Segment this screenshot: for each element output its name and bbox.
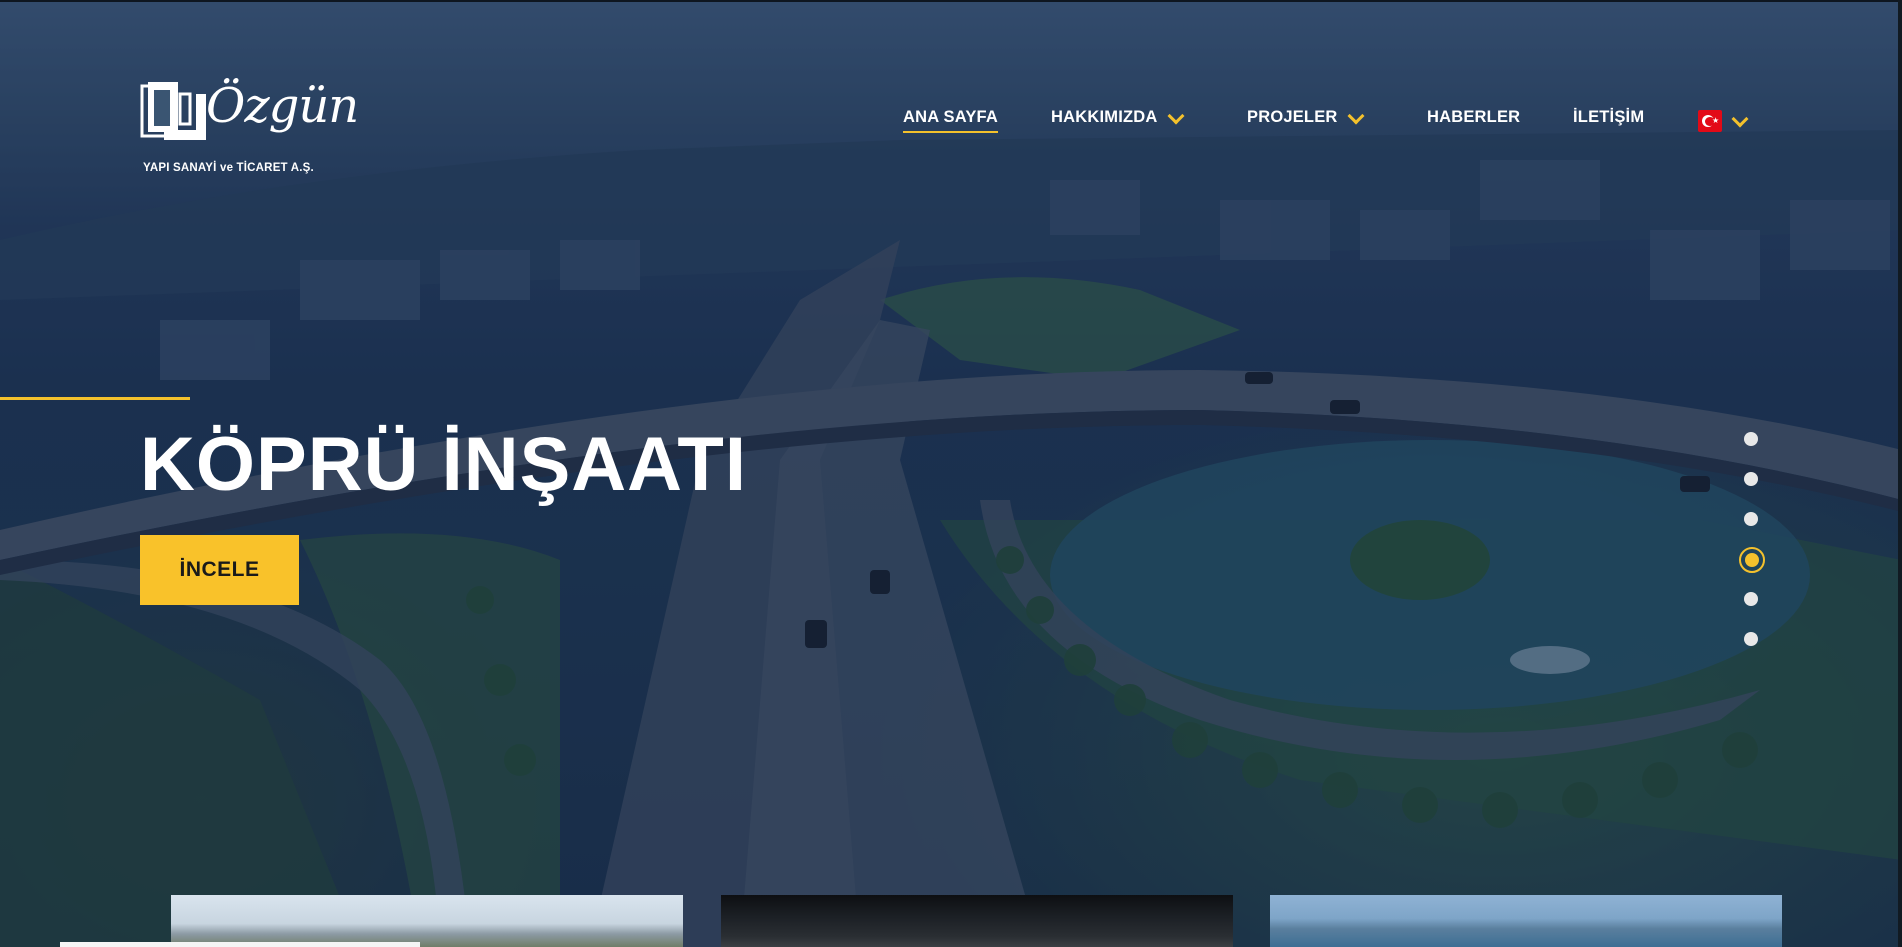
- nav-item-label: HAKKIMIZDA: [1051, 108, 1158, 126]
- nav-item-iletisim[interactable]: İLETİŞİM: [1573, 108, 1644, 127]
- hero-title: KÖPRÜ İNŞAATI: [140, 422, 747, 507]
- chevron-down-icon: [1731, 110, 1749, 128]
- nav-item-label: PROJELER: [1247, 108, 1338, 126]
- language-selector[interactable]: ★: [1698, 110, 1749, 132]
- slider-dot[interactable]: [1744, 512, 1758, 526]
- incele-button[interactable]: İNCELE: [140, 535, 299, 605]
- project-thumbnail[interactable]: [1270, 895, 1782, 947]
- slider-dot[interactable]: [1744, 432, 1758, 446]
- brand-subtitle: YAPI SANAYİ ve TİCARET A.Ş.: [143, 162, 314, 174]
- window-top-border: [0, 0, 1902, 2]
- nav-item-ana-sayfa[interactable]: ANA SAYFA: [903, 108, 999, 133]
- chevron-down-icon: [1167, 107, 1184, 124]
- bottom-strip: [60, 942, 420, 947]
- turkey-flag-icon: ★: [1698, 110, 1722, 132]
- nav-item-label: ANA SAYFA: [903, 108, 999, 133]
- nav-item-label: HABERLER: [1427, 108, 1521, 126]
- nav-item-hakkimizda[interactable]: HAKKIMIZDA: [1051, 107, 1184, 127]
- main-navigation: ANA SAYFA HAKKIMIZDA PROJELER HABERLER İ…: [0, 107, 1902, 138]
- project-thumbnail[interactable]: [721, 895, 1233, 947]
- slider-dot[interactable]: [1744, 632, 1758, 646]
- chevron-down-icon: [1347, 107, 1365, 124]
- nav-item-label: İLETİŞİM: [1573, 108, 1645, 126]
- title-accent-line: [0, 397, 190, 400]
- project-thumbnail[interactable]: [171, 895, 683, 947]
- window-right-border: [1898, 0, 1902, 947]
- slider-dot-active[interactable]: [1739, 547, 1765, 573]
- nav-item-haberler[interactable]: HABERLER: [1427, 108, 1520, 127]
- nav-item-projeler[interactable]: PROJELER: [1247, 107, 1365, 127]
- slider-dot[interactable]: [1744, 592, 1758, 606]
- slider-dot[interactable]: [1744, 472, 1758, 486]
